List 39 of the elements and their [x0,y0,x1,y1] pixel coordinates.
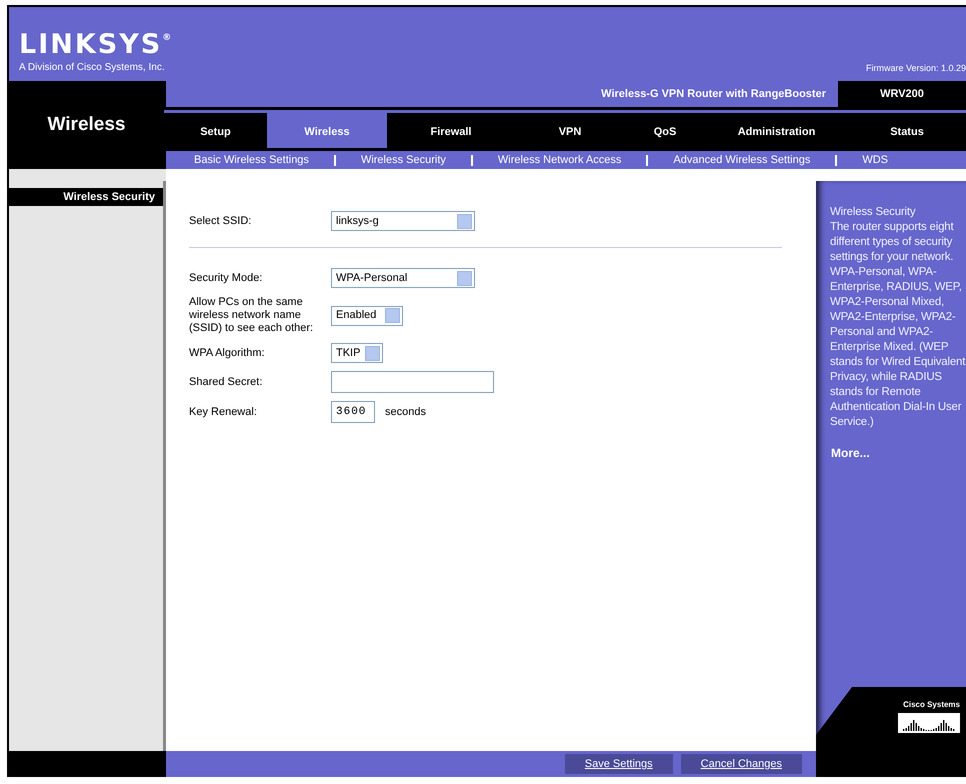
nav-tab[interactable]: QoS [625,116,705,148]
help-text: The router supports eight different types of security settings for your network. WPA-Personal, WPA-Enterprise, RADIUS, WEP, WPA2-Personal Mixed, WPA2-Enterprise, WPA2-Personal and WPA2-Enterprise Mixed. (WEP stands for Wired Equivalent Privacy, while RADIUS stands for Remote Authentication Dial-In User Service.) [829,220,966,430]
dropdown[interactable]: WPA-Personal [331,268,475,288]
bars-logo-icon [898,713,960,733]
nav-tab[interactable]: Administration [705,116,848,148]
text-field[interactable] [331,371,494,393]
dropdown[interactable]: TKIP [331,343,383,363]
number-field[interactable]: 3600 [331,401,375,423]
subnav-link[interactable]: Advanced Wireless Settings [673,152,810,168]
field-label: WPA Algorithm: [189,346,266,360]
field-label: Security Mode: [189,272,264,284]
section-title: Wireless [46,113,126,137]
company-name: Cisco Systems [903,699,960,711]
action-button[interactable]: Save Settings [564,754,673,774]
nav-tab[interactable]: Wireless [267,110,387,148]
field-label: Select SSID: [189,214,252,228]
nav-tab[interactable]: Status [848,116,966,148]
logo: LINKSYS$^{®}$ [19,31,174,58]
unit-label: seconds [385,404,426,420]
dropdown[interactable]: linksys-g [331,211,475,231]
action-button[interactable]: Cancel Changes [680,754,802,774]
nav-tab[interactable]: Setup [164,116,267,148]
nav-tab[interactable]: VPN [515,116,625,148]
subnav-link[interactable]: Basic Wireless Settings [194,152,309,168]
help-title: Wireless Security [829,205,916,220]
tagline: A Division of Cisco Systems, Inc. [19,61,166,75]
subnav-link[interactable]: Wireless Network Access [498,152,622,168]
subnav-link[interactable]: WDS [862,152,888,168]
dropdown[interactable]: Enabled [331,306,403,326]
model-name: WRV200 [838,81,966,107]
nav-tab[interactable]: Firewall [387,116,515,148]
field-label: Shared Secret: [189,376,264,388]
field-label: Key Renewal: [189,406,258,418]
more-link[interactable]: More... [816,444,870,462]
subnav-link[interactable]: Wireless Security [360,152,446,168]
sidebar-heading: Wireless Security [9,188,163,206]
firmware-version: Firmware Version: 1.0.29 [866,62,966,74]
field-label: Allow PCs on the same wireless network name (SSID) to see each other: [189,296,314,335]
product-name: Wireless-G VPN Router with RangeBooster [166,81,838,107]
